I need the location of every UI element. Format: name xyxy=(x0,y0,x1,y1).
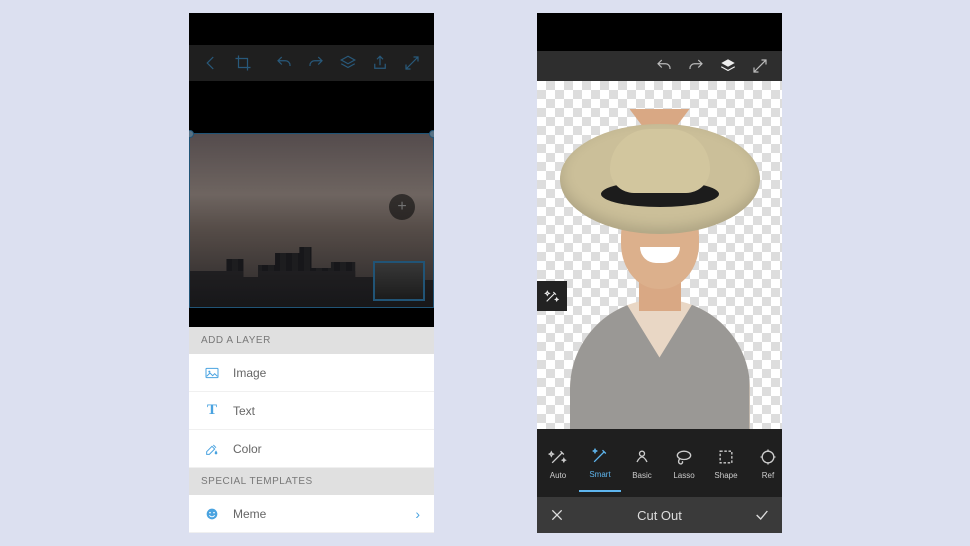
template-row-meme[interactable]: Meme › xyxy=(189,495,434,533)
tool-shape[interactable]: Shape xyxy=(705,434,747,492)
row-label: Text xyxy=(233,404,255,418)
redo-icon[interactable] xyxy=(682,52,710,80)
left-canvas[interactable]: + xyxy=(189,133,434,308)
tool-auto[interactable]: Auto xyxy=(537,434,579,492)
tool-label: Lasso xyxy=(673,471,694,480)
bottom-bar-title: Cut Out xyxy=(577,508,742,523)
selection-handle[interactable] xyxy=(189,130,194,138)
tool-basic[interactable]: Basic xyxy=(621,434,663,492)
add-layer-row-text[interactable]: T Text xyxy=(189,392,434,430)
undo-icon[interactable] xyxy=(270,49,298,77)
crop-icon[interactable] xyxy=(229,49,257,77)
row-label: Image xyxy=(233,366,266,380)
tool-label: Basic xyxy=(632,471,652,480)
redo-icon[interactable] xyxy=(302,49,330,77)
tool-label: Smart xyxy=(589,470,610,479)
layers-icon[interactable] xyxy=(334,49,362,77)
cutout-tool-strip: Auto Smart Basic Lasso Shape Ref xyxy=(537,429,782,497)
row-label: Meme xyxy=(233,507,266,521)
layers-icon[interactable] xyxy=(714,52,742,80)
right-canvas[interactable] xyxy=(537,81,782,429)
cutout-bottom-bar: Cut Out xyxy=(537,497,782,533)
fullscreen-icon[interactable] xyxy=(746,52,774,80)
tool-label: Shape xyxy=(714,471,737,480)
tool-label: Ref xyxy=(762,471,774,480)
meme-icon xyxy=(203,505,221,523)
phone-left: + ADD A LAYER Image T Text Color SPECIAL… xyxy=(189,13,434,533)
tool-refine[interactable]: Ref xyxy=(747,434,782,492)
color-icon xyxy=(203,440,221,458)
phone-right: Auto Smart Basic Lasso Shape Ref Cut Out xyxy=(537,13,782,533)
tool-label: Auto xyxy=(550,471,566,480)
left-top-toolbar xyxy=(189,45,434,81)
add-layer-row-image[interactable]: Image xyxy=(189,354,434,392)
cutout-subject xyxy=(555,109,765,429)
layer-thumbnail[interactable] xyxy=(373,261,425,301)
add-layer-fab[interactable]: + xyxy=(389,194,415,220)
magic-wand-side-button[interactable] xyxy=(537,281,567,311)
row-label: Color xyxy=(233,442,262,456)
share-icon[interactable] xyxy=(366,49,394,77)
image-icon xyxy=(203,364,221,382)
chevron-right-icon: › xyxy=(415,506,420,522)
fullscreen-icon[interactable] xyxy=(398,49,426,77)
undo-icon[interactable] xyxy=(650,52,678,80)
back-icon[interactable] xyxy=(197,49,225,77)
panel-header-templates: SPECIAL TEMPLATES xyxy=(189,468,434,495)
selection-handle[interactable] xyxy=(429,130,434,138)
text-icon: T xyxy=(203,402,221,420)
add-layer-panel: ADD A LAYER Image T Text Color SPECIAL T… xyxy=(189,327,434,533)
tool-lasso[interactable]: Lasso xyxy=(663,434,705,492)
tool-smart[interactable]: Smart xyxy=(579,434,621,492)
right-top-toolbar xyxy=(537,51,782,81)
confirm-button[interactable] xyxy=(742,507,782,523)
panel-header-add-layer: ADD A LAYER xyxy=(189,327,434,354)
add-layer-row-color[interactable]: Color xyxy=(189,430,434,468)
cancel-button[interactable] xyxy=(537,507,577,523)
